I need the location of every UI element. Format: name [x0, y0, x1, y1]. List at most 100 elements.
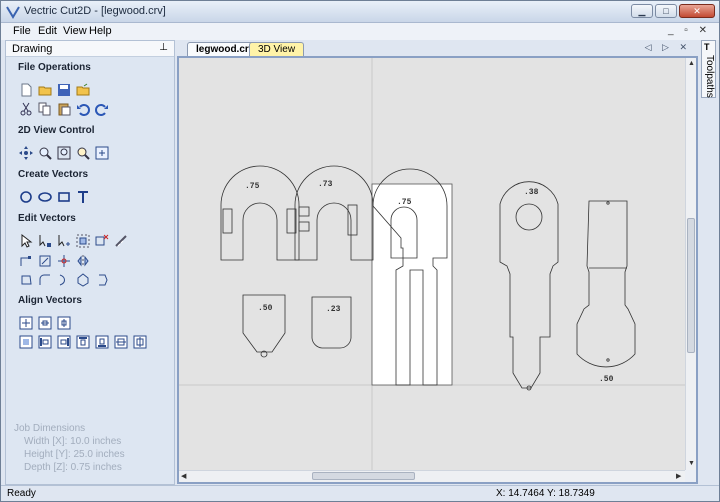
part-label: .50	[258, 304, 273, 313]
section-2d-view-control: 2D View Control	[18, 125, 95, 136]
zoom-in-icon[interactable]	[37, 145, 53, 161]
join-vectors-icon[interactable]	[18, 253, 34, 269]
panel-header: Drawing ⊥	[6, 41, 174, 57]
app-window: Vectric Cut2D - [legwood.crv] ▁ □ ✕ File…	[0, 0, 720, 502]
draw-circle-icon[interactable]	[18, 189, 34, 205]
part-label: .50	[599, 375, 614, 384]
menu-file[interactable]: File	[13, 25, 31, 37]
cursor-coordinates: X: 14.7464 Y: 18.7349	[496, 488, 595, 499]
scroll-down-icon[interactable]: ▼	[688, 460, 695, 467]
open-folder-icon[interactable]	[37, 82, 53, 98]
drawing-svg: .75 .73 .75 .38 .50 .23 .50	[179, 58, 685, 470]
horizontal-scrollbar[interactable]: ◀ ▶	[179, 470, 685, 482]
open-recent-icon[interactable]	[75, 82, 91, 98]
draw-ellipse-icon[interactable]	[37, 189, 53, 205]
part-label: .23	[326, 305, 341, 314]
fillet-icon[interactable]	[37, 272, 53, 288]
weld-icon[interactable]	[75, 272, 91, 288]
section-edit-vectors: Edit Vectors	[18, 213, 76, 224]
view-options-icon[interactable]	[94, 145, 110, 161]
curve-fit-icon[interactable]	[56, 272, 72, 288]
pan-icon[interactable]	[18, 145, 34, 161]
section-file-operations: File Operations	[18, 62, 91, 73]
align-center-icon[interactable]	[18, 315, 34, 331]
mirror-icon[interactable]	[75, 253, 91, 269]
toolpaths-label: Toolpaths	[704, 55, 715, 98]
paste-icon[interactable]	[56, 101, 72, 117]
delete-nodes-icon[interactable]	[94, 233, 110, 249]
status-ready: Ready	[7, 488, 36, 499]
copy-icon[interactable]	[37, 101, 53, 117]
part-cap-right	[294, 165, 374, 261]
align-left-icon[interactable]	[37, 334, 53, 350]
vertical-scrollbar[interactable]: ▲ ▼	[685, 58, 696, 470]
align-right-icon[interactable]	[56, 334, 72, 350]
title-bar[interactable]: Vectric Cut2D - [legwood.crv] ▁ □ ✕	[1, 1, 719, 23]
pin-icon[interactable]: ⊥	[159, 42, 168, 53]
part-slot	[298, 221, 310, 232]
job-dimensions-title: Job Dimensions	[14, 423, 86, 434]
job-width: Width [X]: 10.0 inches	[24, 436, 122, 447]
measure-icon[interactable]	[113, 233, 129, 249]
part-label: .75	[245, 182, 260, 191]
draw-rectangle-icon[interactable]	[56, 189, 72, 205]
toolpaths-pin-icon[interactable]: T	[704, 42, 710, 52]
part-long-leg-left	[499, 181, 559, 389]
part-label: .73	[318, 180, 333, 189]
tab-nav-arrows[interactable]: ◁ ▷ ✕	[645, 42, 691, 53]
save-icon[interactable]	[56, 82, 72, 98]
menu-edit[interactable]: Edit	[38, 25, 57, 37]
scroll-left-icon[interactable]: ◀	[181, 472, 186, 480]
part-slot	[298, 206, 310, 217]
window-title: Vectric Cut2D - [legwood.crv]	[24, 5, 166, 17]
close-button[interactable]: ✕	[679, 4, 715, 18]
toolpaths-tab[interactable]: T Toolpaths	[701, 40, 716, 98]
transform-icon[interactable]	[56, 233, 72, 249]
part-label: .38	[524, 188, 539, 197]
panel-title: Drawing	[12, 43, 53, 55]
align-vertical-center-icon[interactable]	[56, 315, 72, 331]
job-dimensions: Job Dimensions Width [X]: 10.0 inches He…	[14, 422, 125, 474]
drawing-canvas[interactable]: .75 .73 .75 .38 .50 .23 .50	[179, 58, 685, 470]
align-v-centers-icon[interactable]	[132, 334, 148, 350]
menu-bar: File Edit View Help _ ▫ ✕	[1, 23, 719, 40]
job-depth: Depth [Z]: 0.75 inches	[24, 462, 122, 473]
select-icon[interactable]	[18, 233, 34, 249]
vertical-scroll-thumb[interactable]	[687, 218, 695, 353]
offset-icon[interactable]	[18, 272, 34, 288]
horizontal-scroll-thumb[interactable]	[312, 472, 415, 480]
part-long-leg-right	[576, 200, 636, 368]
align-h-centers-icon[interactable]	[113, 334, 129, 350]
material-sheet	[371, 183, 453, 386]
draw-text-icon[interactable]	[75, 189, 91, 205]
new-file-icon[interactable]	[18, 82, 34, 98]
scroll-right-icon[interactable]: ▶	[676, 472, 681, 480]
align-bottom-icon[interactable]	[94, 334, 110, 350]
toolpaths-strip: T Toolpaths	[700, 40, 717, 485]
center-in-material-icon[interactable]	[18, 334, 34, 350]
redo-icon[interactable]	[94, 101, 110, 117]
undo-icon[interactable]	[75, 101, 91, 117]
menu-help[interactable]: Help	[89, 25, 112, 37]
close-vector-icon[interactable]	[37, 253, 53, 269]
mdi-window-controls[interactable]: _ ▫ ✕	[668, 25, 711, 36]
cut-icon[interactable]	[18, 101, 34, 117]
scroll-up-icon[interactable]: ▲	[688, 60, 695, 67]
part-hole	[515, 203, 543, 231]
menu-view[interactable]: View	[63, 25, 87, 37]
drawing-panel: Drawing ⊥ File Operations 2D View Contro…	[5, 40, 175, 485]
part-slot	[222, 208, 233, 234]
align-top-icon[interactable]	[75, 334, 91, 350]
scale-objects-icon[interactable]	[75, 233, 91, 249]
part-label: .75	[397, 198, 412, 207]
trim-icon[interactable]	[56, 253, 72, 269]
tab-3d-view[interactable]: 3D View	[249, 42, 305, 56]
zoom-selection-icon[interactable]	[75, 145, 91, 161]
node-edit-icon[interactable]	[37, 233, 53, 249]
job-height: Height [Y]: 25.0 inches	[24, 449, 125, 460]
minimize-button[interactable]: ▁	[631, 4, 653, 18]
align-horizontal-center-icon[interactable]	[37, 315, 53, 331]
zoom-all-icon[interactable]	[56, 145, 72, 161]
maximize-button[interactable]: □	[655, 4, 677, 18]
smooth-icon[interactable]	[94, 272, 110, 288]
